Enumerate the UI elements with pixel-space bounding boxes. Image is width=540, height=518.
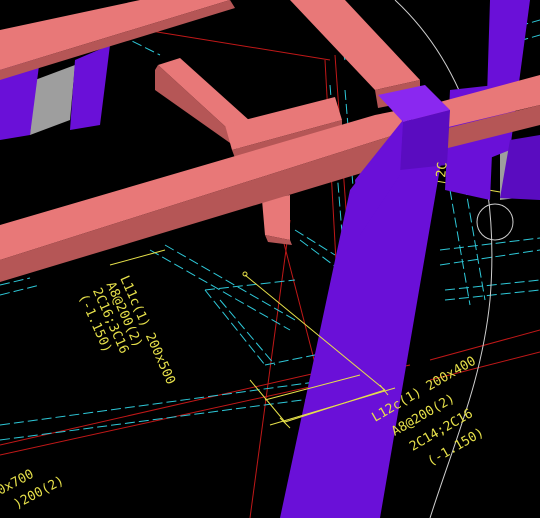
structural-3d-view[interactable]: L11c(1) 200x500 A8@200(2) 2C16;3C16 (-1.… — [0, 0, 540, 518]
cad-viewport[interactable]: L11c(1) 200x500 A8@200(2) 2C16;3C16 (-1.… — [0, 0, 540, 518]
annotation-partial: 0x700 )200(2) — [0, 467, 67, 513]
column-label: 2C — [434, 161, 451, 178]
annotation-l11: L11c(1) 200x500 A8@200(2) 2C16;3C16 (-1.… — [75, 274, 178, 387]
annotation-column: 2C — [434, 161, 451, 178]
